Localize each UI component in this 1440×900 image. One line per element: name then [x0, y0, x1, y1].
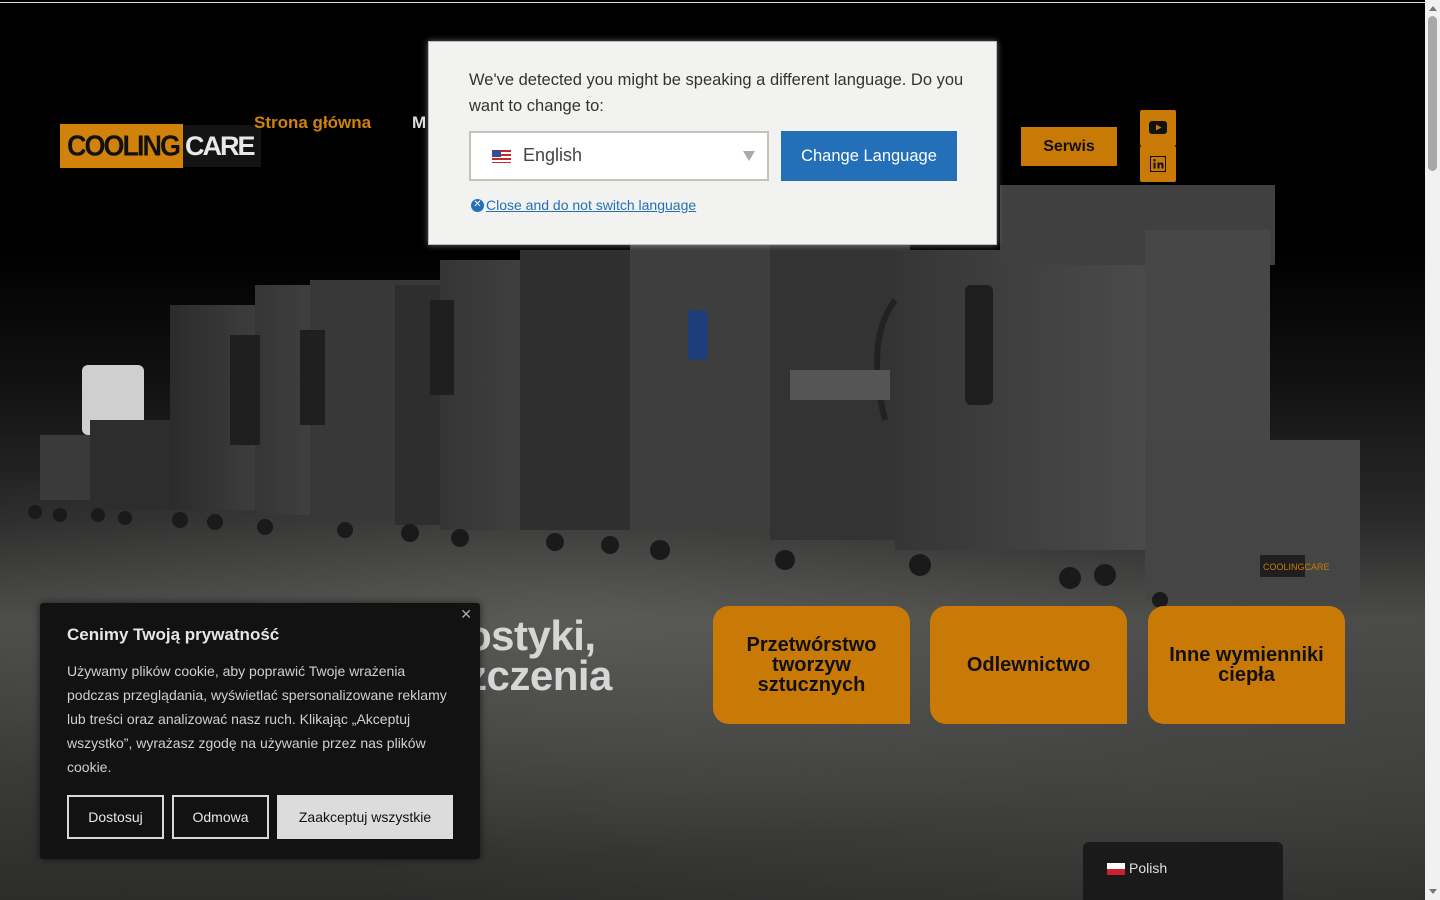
- linkedin-link[interactable]: [1140, 146, 1176, 182]
- cookie-text: Używamy plików cookie, aby poprawić Twoj…: [67, 663, 447, 775]
- cookie-accept-button[interactable]: Zaakceptuj wszystkie: [277, 795, 453, 839]
- linkedin-icon: [1150, 156, 1166, 172]
- language-select[interactable]: English: [469, 131, 769, 181]
- youtube-link[interactable]: [1140, 110, 1176, 146]
- scrollbar[interactable]: [1425, 0, 1440, 900]
- youtube-icon: [1149, 121, 1167, 134]
- language-popup-message: We've detected you might be speaking a d…: [469, 71, 964, 115]
- scroll-up-arrow-icon[interactable]: [1429, 6, 1437, 11]
- hero-heading-line1: ostyki,: [466, 612, 596, 659]
- hero-heading-line2: zczenia: [466, 652, 612, 699]
- cookie-banner: ✕ Cenimy Twoją prywatność Używamy plików…: [40, 603, 480, 859]
- site-logo[interactable]: COOLING CARE: [60, 123, 261, 169]
- scrollbar-thumb[interactable]: [1428, 16, 1437, 171]
- cookie-close-icon[interactable]: ✕: [460, 606, 472, 623]
- language-select-value: English: [523, 145, 583, 165]
- us-flag-icon: [492, 150, 511, 163]
- cookie-title: Cenimy Twoją prywatność: [67, 625, 280, 644]
- tile-plastics[interactable]: Przetwórstwo tworzyw sztucznych: [713, 606, 910, 724]
- close-language-popup[interactable]: ✕ Close and do not switch language: [471, 197, 696, 213]
- change-language-button[interactable]: Change Language: [781, 131, 957, 181]
- poland-flag-icon: [1107, 863, 1125, 875]
- cookie-customize-button[interactable]: Dostosuj: [67, 795, 164, 839]
- hero-heading: ostyki, zczenia: [466, 612, 612, 699]
- language-popup: We've detected you might be speaking a d…: [428, 41, 997, 245]
- service-button[interactable]: Serwis: [1021, 127, 1117, 166]
- scroll-down-arrow-icon[interactable]: [1429, 889, 1437, 894]
- language-switcher-label: Polish: [1129, 860, 1168, 876]
- svg-text:COOLINGCARE: COOLINGCARE: [1263, 562, 1330, 572]
- tile-other-heat-exchangers[interactable]: Inne wymienniki ciepła: [1148, 606, 1345, 724]
- cookie-reject-button[interactable]: Odmowa: [172, 795, 269, 839]
- logo-cooling-text: COOLING: [60, 123, 183, 169]
- close-circle-icon: ✕: [471, 198, 484, 212]
- nav-item-home[interactable]: Strona główna: [254, 113, 371, 133]
- close-language-link[interactable]: Close and do not switch language: [486, 197, 696, 213]
- tile-foundry[interactable]: Odlewnictwo: [930, 606, 1127, 724]
- language-switcher[interactable]: Polish: [1083, 842, 1283, 900]
- dropdown-arrow-icon: [743, 151, 755, 161]
- nav-item-partial[interactable]: M: [412, 113, 426, 133]
- logo-care-text: CARE: [183, 125, 261, 167]
